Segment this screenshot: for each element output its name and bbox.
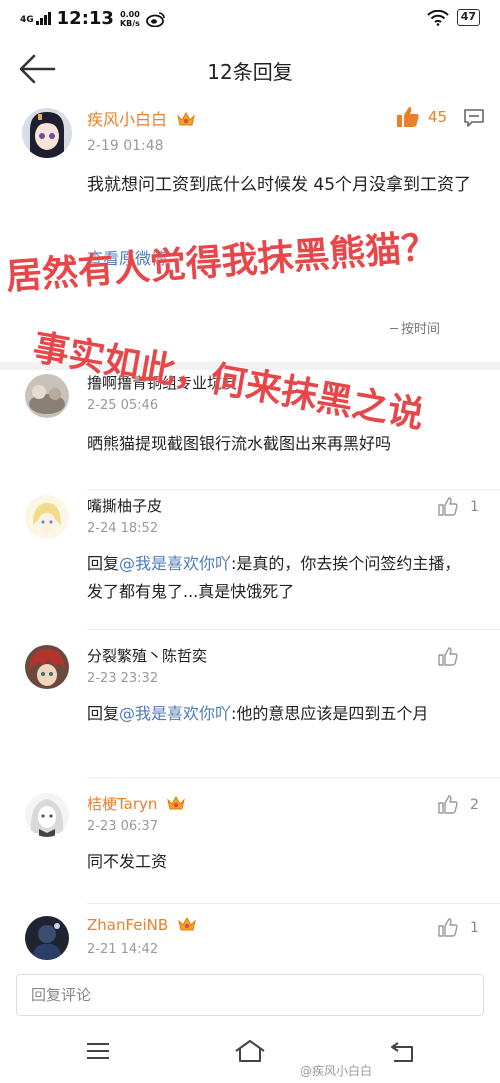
username[interactable]: 嘴撕柚子皮 [87,495,162,516]
reply-item: 分裂繁殖丶陈哲奕 2-23 23:32 回复@我是喜欢你吖:他的意思应该是四到五… [0,645,500,778]
back-nav-icon[interactable] [390,1041,416,1063]
like-count: 2 [470,796,479,813]
thumbs-up-icon [438,795,458,814]
page-title: 12条回复 [207,60,293,84]
username[interactable]: 分裂繁殖丶陈哲奕 [87,645,207,666]
clock: 12:13 [56,8,114,29]
reply-text: 回复@我是喜欢你吖:他的意思应该是四到五个月 [87,700,467,728]
avatar[interactable] [25,495,69,539]
thumbs-up-icon [438,647,458,666]
avatar[interactable] [25,645,69,689]
divider [87,629,500,630]
reply-time: 2-24 18:52 [87,521,159,536]
reply-text: 同不发工资 [87,852,168,871]
avatar[interactable] [22,108,72,158]
mention-link[interactable]: @我是喜欢你吖 [119,704,231,723]
mention-link[interactable]: @我是喜欢你吖 [119,554,231,573]
thumbs-up-icon [438,497,458,516]
sort-by-time[interactable]: 按时间 [390,318,440,337]
reply-input-box[interactable] [16,974,484,1016]
vip-crown-icon [167,795,186,810]
top-bar: 12条回复 [0,40,500,100]
comment-text: 我就想问工资到底什么时候发 45个月没拿到工资了 [87,175,472,195]
weibo-icon [146,11,165,27]
reply-time: 2-23 23:32 [87,671,159,686]
comment-menu-icon[interactable] [463,108,485,128]
system-nav-bar [0,1025,500,1083]
status-bar: 4G 12:13 0.00 KB/s 47 [0,0,500,40]
username-text[interactable]: 疾风小白白 [87,110,167,129]
like-count: 1 [470,919,479,936]
like-button[interactable]: 45 [396,106,447,128]
main-comment: 疾风小白白 2-19 01:48 我就想问工资到底什么时候发 45个月没拿到工资… [0,100,500,362]
divider [87,489,500,490]
vip-crown-icon [177,111,195,126]
vip-crown-icon [178,916,196,931]
view-original-link[interactable]: 查看原微博 [87,244,167,274]
sort-label[interactable]: 按时间 [401,322,440,337]
username[interactable]: 撸啊撸青铜组专业坑友 [87,372,237,393]
avatar[interactable] [25,374,69,418]
username[interactable]: 疾风小白白 [87,106,196,130]
like-button[interactable]: 2 [438,795,479,814]
reply-prefix: 回复 [87,554,120,573]
username-text[interactable]: ZhanFeiNB [87,916,168,934]
avatar[interactable] [25,793,69,837]
username[interactable]: ZhanFeiNB [87,916,197,934]
network-type: 4G [20,14,34,25]
footer-watermark: @疾风小白白 [300,1064,373,1078]
like-button[interactable]: 1 [438,497,479,516]
username[interactable]: 桔梗Taryn [87,793,186,814]
comment-time: 2-19 01:48 [87,138,164,154]
reply-item: 撸啊撸青铜组专业坑友 2-25 05:46 晒熊猫提现截图银行流水截图出来再黑好… [0,372,500,490]
network-speed: 0.00 KB/s [120,10,140,28]
avatar[interactable] [25,916,69,960]
like-button[interactable] [438,647,458,666]
reply-time: 2-25 05:46 [87,398,159,413]
network-speed-value: 0.00 [120,9,140,19]
home-icon[interactable] [234,1039,266,1063]
menu-icon[interactable] [86,1041,110,1061]
like-count: 1 [470,498,479,515]
thumbs-up-icon [397,107,419,127]
cellular-signal-icon: 4G [20,11,51,25]
reply-body: :他的意思应该是四到五个月 [231,704,429,723]
battery-level: 47 [460,10,476,23]
battery-icon: 47 [456,9,480,26]
reply-input[interactable] [17,975,483,1015]
reply-item: 嘴撕柚子皮 2-24 18:52 回复@我是喜欢你吖:是真的，你去挨个问签约主播… [0,495,500,630]
divider [87,777,500,778]
like-count: 45 [428,108,448,126]
reply-item: ZhanFeiNB 2-21 14:42 1 [0,916,500,966]
reply-time: 2-23 06:37 [87,819,159,834]
section-divider [0,362,500,370]
divider [87,903,500,904]
username-text[interactable]: 桔梗Taryn [87,795,157,813]
thumbs-up-icon [438,918,458,937]
network-speed-unit: KB/s [119,18,140,28]
wifi-icon [426,9,449,26]
reply-item: 桔梗Taryn 2-23 06:37 同不发工资 2 [0,793,500,904]
reply-text: 回复@我是喜欢你吖:是真的，你去挨个问签约主播，发了都有鬼了...真是快饿死了 [87,550,467,606]
reply-time: 2-21 14:42 [87,942,159,957]
like-button[interactable]: 1 [438,918,479,937]
reply-prefix: 回复 [87,704,120,723]
reply-text: 晒熊猫提现截图银行流水截图出来再黑好吗 [87,434,392,453]
